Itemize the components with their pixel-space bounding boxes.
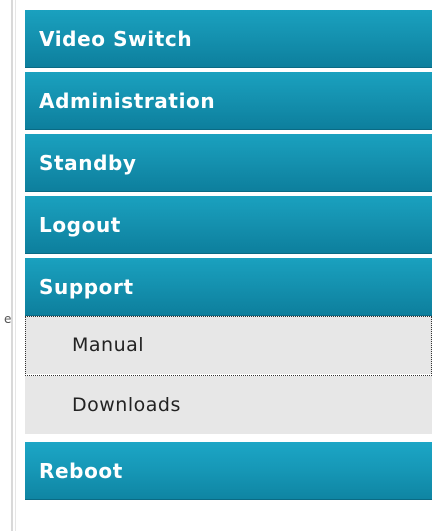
menu-item-reboot[interactable]: Reboot [25, 442, 432, 500]
menu-item-label: Support [39, 274, 134, 299]
menu-item-label: Logout [39, 212, 121, 237]
menu-item-administration[interactable]: Administration [25, 72, 432, 130]
clipped-text-fragment: e [4, 312, 12, 326]
submenu-item-label: Downloads [72, 394, 181, 416]
support-submenu: Manual Downloads [25, 316, 432, 436]
submenu-item-manual[interactable]: Manual [25, 316, 432, 376]
submenu-item-label: Manual [72, 334, 145, 356]
menu-item-label: Video Switch [39, 26, 193, 51]
menu-item-logout[interactable]: Logout [25, 196, 432, 254]
menu-item-label: Administration [39, 88, 216, 113]
submenu-item-downloads[interactable]: Downloads [25, 376, 432, 436]
menu-item-label: Reboot [39, 458, 123, 483]
left-border-inner [15, 0, 16, 531]
menu-item-label: Standby [39, 150, 137, 175]
left-border [11, 0, 13, 531]
menu-item-support[interactable]: Support [25, 258, 432, 316]
menu-item-video-switch[interactable]: Video Switch [25, 10, 432, 68]
side-menu: Video Switch Administration Standby Logo… [25, 10, 432, 504]
page: e Video Switch Administration Standby Lo… [0, 0, 432, 531]
menu-item-standby[interactable]: Standby [25, 134, 432, 192]
